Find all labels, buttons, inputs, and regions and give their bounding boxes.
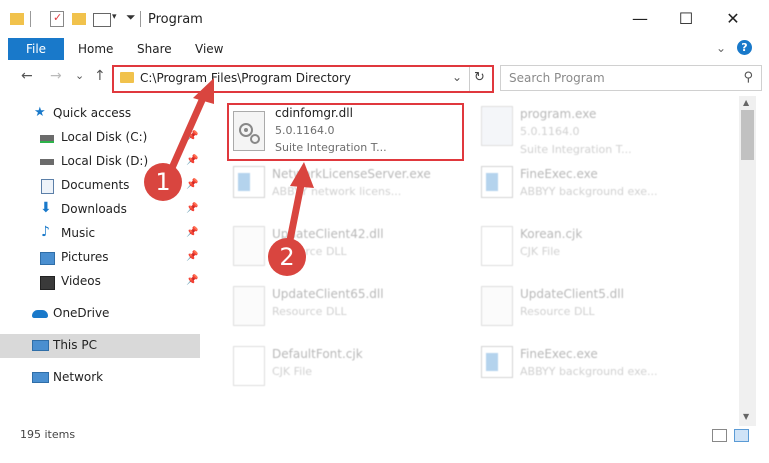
arrow-2 (286, 162, 314, 244)
callout-1-badge: 1 (144, 163, 182, 201)
arrow-1 (168, 78, 214, 172)
callout-2-badge: 2 (268, 238, 306, 276)
annotation-arrows (168, 78, 314, 244)
